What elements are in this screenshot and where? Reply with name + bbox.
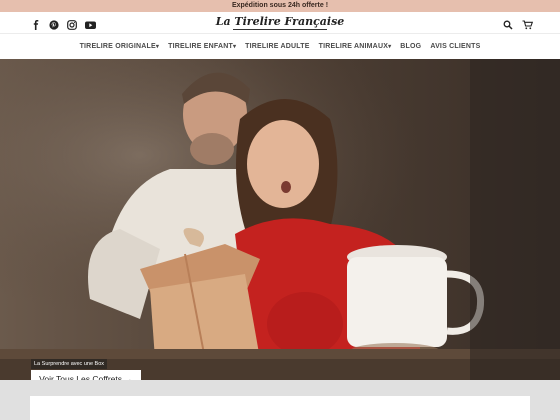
pinterest-icon[interactable] <box>49 17 59 30</box>
youtube-icon[interactable] <box>85 17 96 29</box>
nav-label: TIRELIRE ANIMAUX <box>318 43 389 50</box>
header-actions <box>503 17 534 30</box>
nav-item-tirelire-enfant[interactable]: TIRELIRE ENFANT▾ <box>168 43 236 50</box>
nav-label: TIRELIRE ORIGINALE <box>79 43 156 50</box>
nav-item-tirelire-originale[interactable]: TIRELIRE ORIGINALE▾ <box>80 43 160 50</box>
hero-image <box>0 59 560 380</box>
see-all-boxes-button[interactable]: Voir Tous Les Coffrets → <box>31 370 141 380</box>
instagram-icon[interactable] <box>67 17 77 30</box>
hero-subtitle: La Surprendre avec une Box <box>31 359 108 369</box>
content-card <box>30 396 530 420</box>
chevron-down-icon: ▾ <box>232 44 237 50</box>
chevron-down-icon: ▾ <box>155 44 160 50</box>
nav-item-tirelire-adulte[interactable]: TIRELIRE ADULTE <box>245 43 309 50</box>
nav-item-tirelire-animaux[interactable]: TIRELIRE ANIMAUX▾ <box>319 43 392 50</box>
chevron-down-icon: ▾ <box>388 44 392 50</box>
site-header: La Tirelire Française <box>0 12 560 34</box>
nav-label: TIRELIRE ADULTE <box>245 43 310 50</box>
brand-logo[interactable]: La Tirelire Française <box>216 15 345 28</box>
logo-underline <box>233 29 327 30</box>
nav-item-avis-clients[interactable]: AVIS CLIENTS <box>430 43 480 50</box>
nav-label: AVIS CLIENTS <box>430 43 481 50</box>
announcement-bar: Expédition sous 24h offerte ! <box>0 0 560 12</box>
facebook-icon[interactable] <box>31 17 41 30</box>
search-icon[interactable] <box>503 17 513 30</box>
nav-label: TIRELIRE ENFANT <box>168 43 233 50</box>
hero-banner: La Surprendre avec une Box Voir Tous Les… <box>0 59 560 380</box>
main-nav: TIRELIRE ORIGINALE▾ TIRELIRE ENFANT▾ TIR… <box>0 34 560 60</box>
nav-item-blog[interactable]: BLOG <box>400 43 421 50</box>
social-links <box>31 17 96 30</box>
nav-label: BLOG <box>400 43 422 50</box>
cart-icon[interactable] <box>522 17 534 30</box>
